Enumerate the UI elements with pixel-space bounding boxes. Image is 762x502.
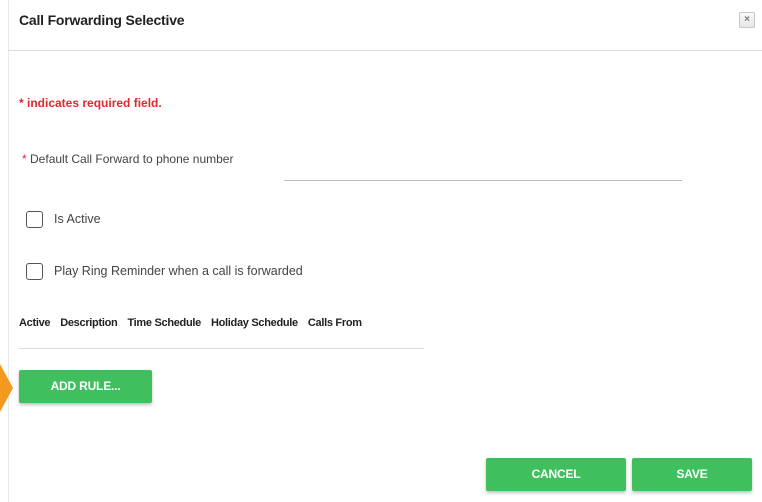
dialog-header: Call Forwarding Selective × [8, 0, 762, 51]
ring-reminder-checkbox[interactable] [26, 262, 43, 280]
column-header-time-schedule[interactable]: Time Schedule [127, 314, 201, 329]
save-button[interactable]: SAVE [632, 458, 752, 491]
cancel-button[interactable]: CANCEL [486, 458, 626, 491]
column-header-active[interactable]: Active [19, 314, 51, 329]
side-tab-indicator [0, 364, 13, 412]
column-header-calls-from[interactable]: Calls From [308, 314, 362, 329]
phone-number-input[interactable] [284, 158, 682, 181]
phone-number-label-text: Default Call Forward to phone number [30, 152, 234, 166]
is-active-label: Is Active [54, 212, 101, 226]
call-forwarding-dialog: Call Forwarding Selective × * indicates … [0, 0, 762, 502]
column-header-description[interactable]: Description [60, 314, 118, 329]
required-asterisk: * [22, 152, 27, 166]
is-active-checkbox[interactable] [26, 210, 43, 228]
dialog-title: Call Forwarding Selective [19, 12, 185, 28]
close-icon[interactable]: × [739, 12, 755, 28]
phone-number-label: * Default Call Forward to phone number [22, 152, 233, 166]
dialog-left-border [8, 0, 9, 502]
column-header-holiday-schedule[interactable]: Holiday Schedule [211, 314, 298, 329]
rules-table-header: Active Description Time Schedule Holiday… [19, 314, 424, 349]
required-field-note: * indicates required field. [19, 96, 162, 110]
is-active-row: Is Active [26, 209, 101, 229]
add-rule-button[interactable]: ADD RULE... [19, 370, 152, 403]
ring-reminder-label: Play Ring Reminder when a call is forwar… [54, 264, 303, 278]
ring-reminder-row: Play Ring Reminder when a call is forwar… [26, 261, 303, 281]
